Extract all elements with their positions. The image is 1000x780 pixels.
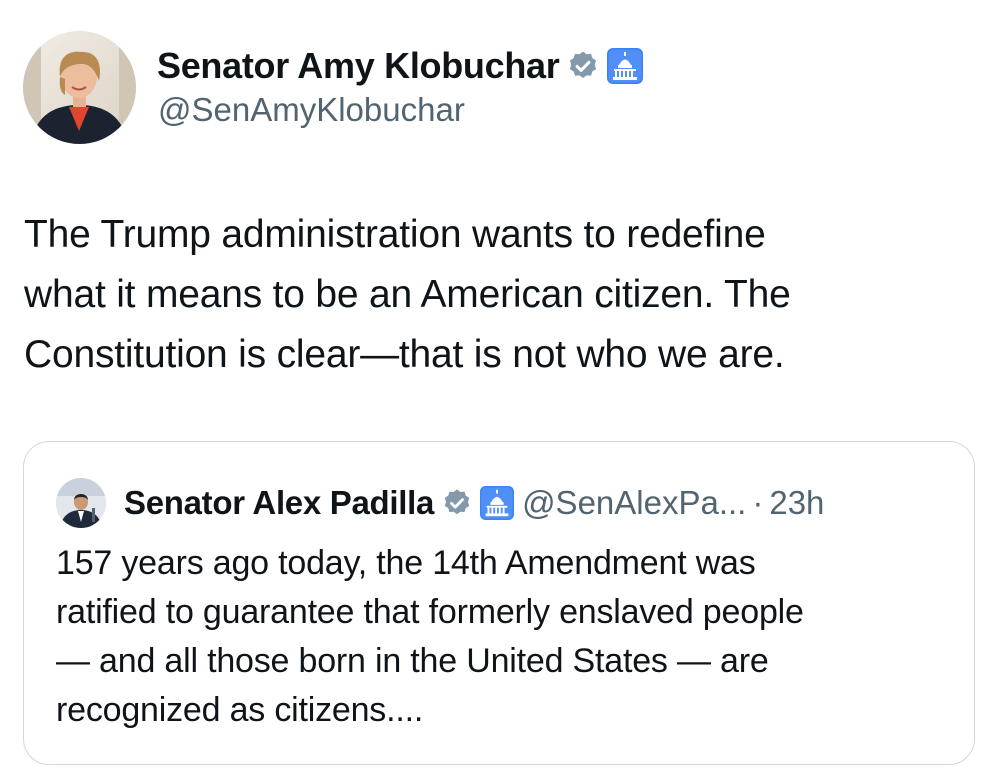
quote-text: 157 years ago today, the 14th Amendment …	[56, 544, 804, 729]
author-handle[interactable]: @SenAmyKlobuchar	[158, 91, 465, 129]
quoted-tweet-card[interactable]: Senator Alex Padilla @SenAlexPa... · 23h…	[23, 441, 975, 765]
verified-badge-icon	[442, 488, 472, 518]
quote-header: Senator Alex Padilla @SenAlexPa... · 23h	[56, 478, 824, 528]
author-avatar[interactable]	[23, 31, 136, 144]
government-capitol-icon	[480, 486, 515, 520]
quote-timestamp[interactable]: 23h	[769, 484, 824, 522]
quote-author-name[interactable]: Senator Alex Padilla	[124, 484, 434, 522]
quote-separator: ·	[752, 484, 764, 521]
verified-badge-icon	[567, 50, 599, 82]
tweet[interactable]: Senator Amy Klobuchar @SenAmyKlobuchar T…	[0, 0, 1000, 780]
quote-author-avatar[interactable]	[56, 478, 106, 528]
tweet-text: The Trump administration wants to redefi…	[24, 213, 791, 376]
author-name[interactable]: Senator Amy Klobuchar	[157, 45, 560, 87]
quote-author-handle[interactable]: @SenAlexPa...	[522, 484, 746, 522]
author-name-row: Senator Amy Klobuchar	[157, 44, 644, 88]
government-capitol-icon	[607, 48, 644, 84]
